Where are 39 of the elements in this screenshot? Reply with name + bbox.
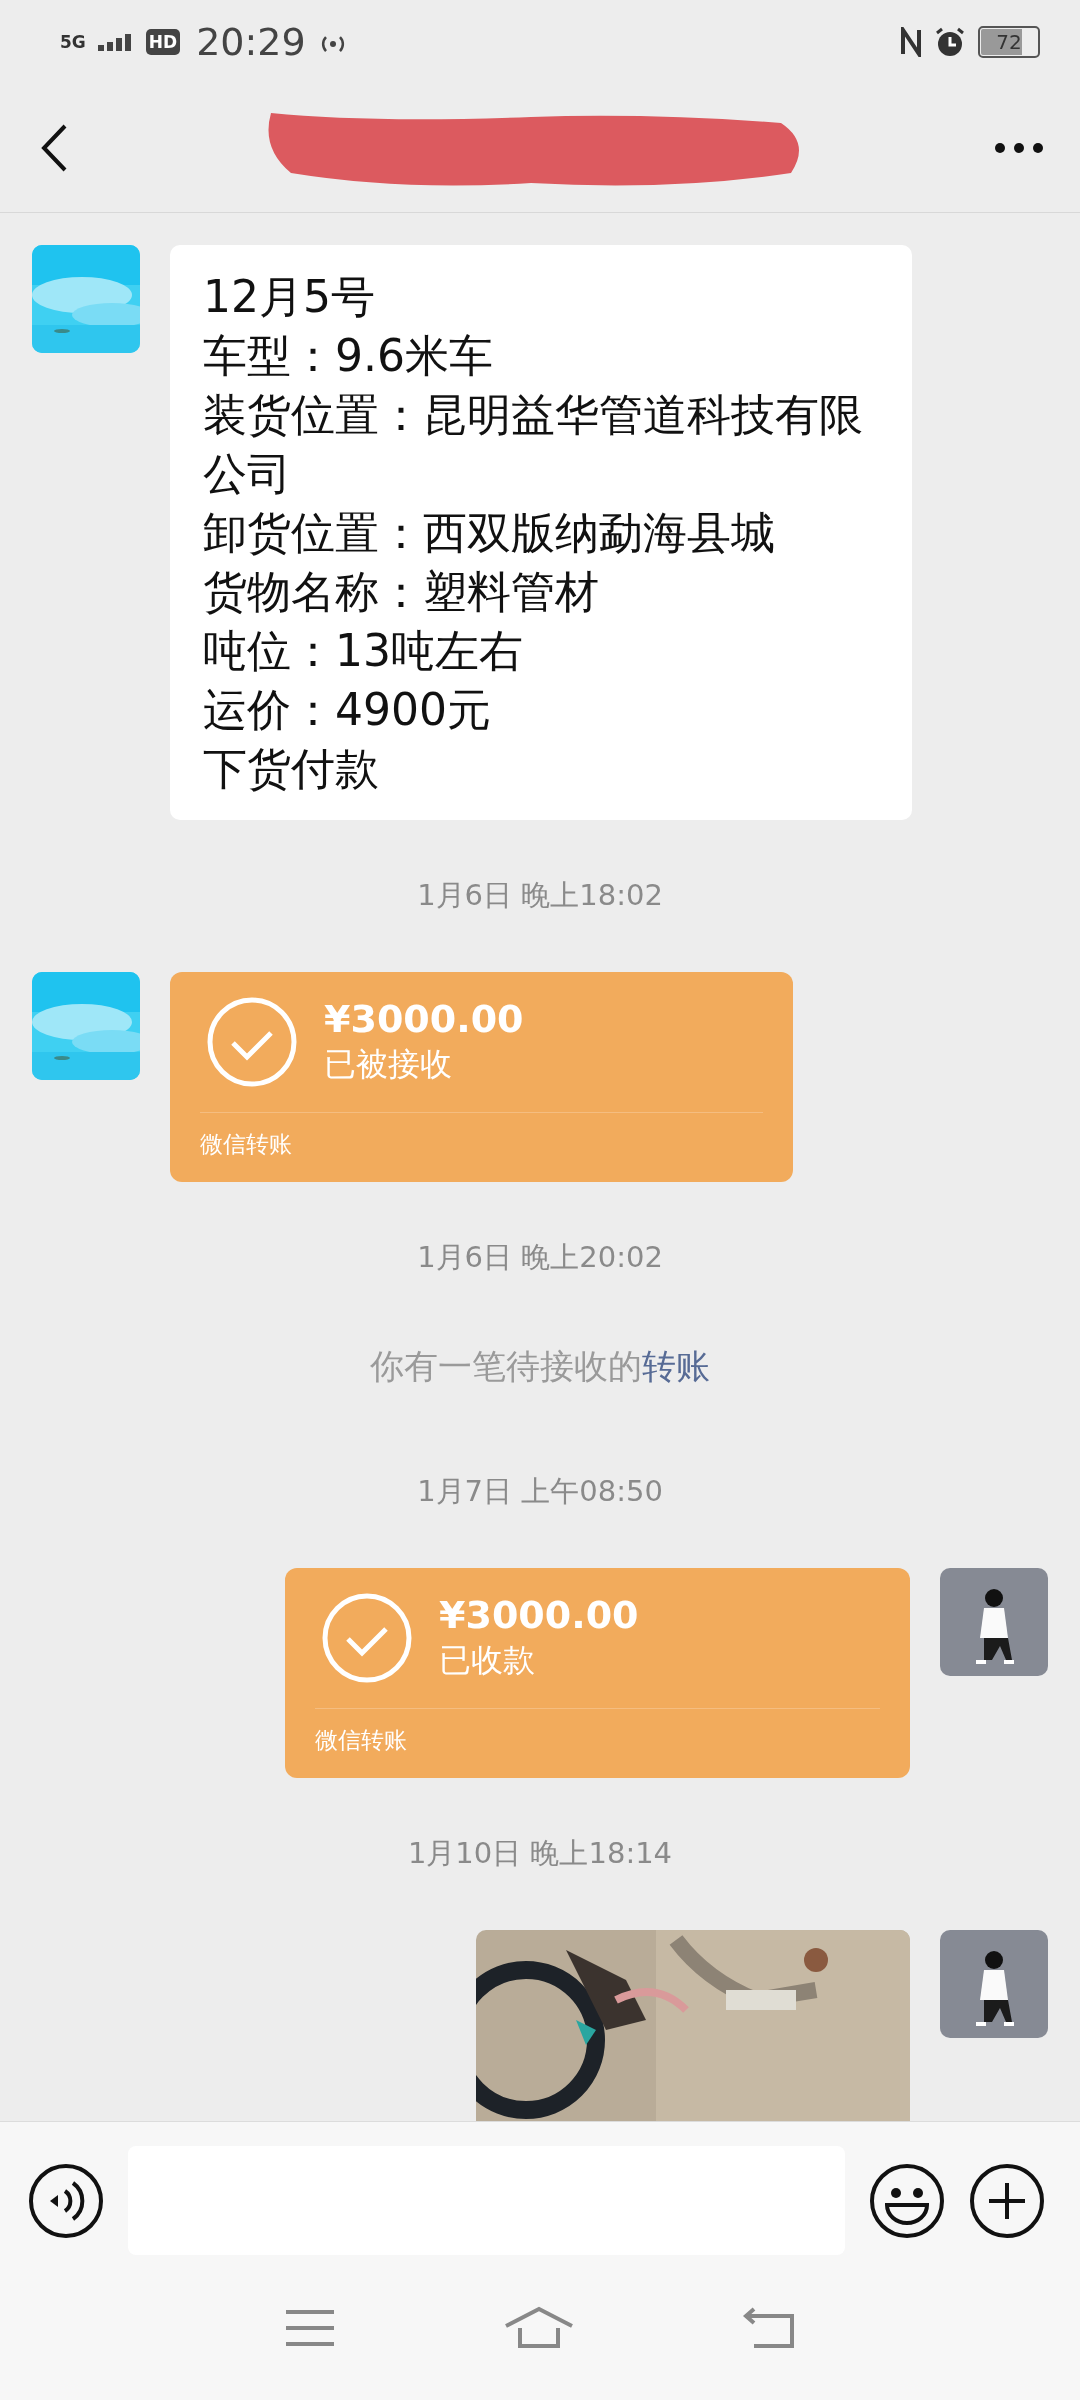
- message-line: 吨位：13吨左右: [203, 624, 524, 678]
- message-line: 运价：4900元: [203, 683, 492, 737]
- transfer-label: 微信转账: [200, 1130, 293, 1159]
- alarm-icon: [934, 26, 966, 58]
- timestamp: 1月6日 晚上18:02: [417, 877, 663, 914]
- message-line: 12月5号: [203, 270, 376, 324]
- network-label: 5G: [60, 33, 86, 51]
- transfer-card[interactable]: ¥3000.00 已收款 微信转账: [285, 1568, 910, 1778]
- check-circle-icon: [206, 996, 298, 1088]
- back-nav-icon[interactable]: [742, 2305, 796, 2350]
- transfer-link[interactable]: 转账: [642, 1346, 710, 1386]
- message-line: 货物名称：塑料管材: [203, 565, 600, 619]
- message-line: 车型：9.6米车: [203, 329, 494, 383]
- timestamp: 1月6日 晚上20:02: [417, 1239, 663, 1276]
- transfer-amount: ¥3000.00: [324, 997, 524, 1041]
- timestamp: 1月10日 晚上18:14: [407, 1835, 673, 1872]
- system-message: 你有一笔待接收的转账: [370, 1345, 710, 1388]
- nfc-icon: [900, 27, 922, 57]
- menu-icon[interactable]: [284, 2307, 336, 2348]
- battery-indicator: 72: [978, 26, 1040, 58]
- more-icon[interactable]: [994, 142, 1044, 154]
- transfer-status: 已被接收: [324, 1044, 453, 1085]
- check-circle-icon: [321, 1592, 413, 1684]
- hd-badge: HD: [145, 29, 181, 55]
- message-line: 装货位置：昆明益华管道科技有限公司: [203, 388, 864, 501]
- home-icon[interactable]: [504, 2305, 574, 2350]
- voice-icon[interactable]: [28, 2162, 104, 2239]
- message-line: 卸货位置：西双版纳勐海县城: [203, 506, 776, 560]
- transfer-card[interactable]: ¥3000.00 已被接收 微信转账: [170, 972, 793, 1182]
- transfer-amount: ¥3000.00: [439, 1593, 639, 1637]
- back-icon[interactable]: [40, 123, 68, 173]
- transfer-label: 微信转账: [315, 1726, 408, 1755]
- signal-icon: [97, 33, 134, 51]
- transfer-status: 已收款: [439, 1640, 536, 1681]
- emoji-icon[interactable]: [869, 2162, 945, 2239]
- status-time: 20:29: [196, 20, 306, 64]
- timestamp: 1月7日 上午08:50: [417, 1473, 663, 1510]
- plus-icon[interactable]: [969, 2162, 1045, 2239]
- message-line: 下货付款: [203, 742, 380, 796]
